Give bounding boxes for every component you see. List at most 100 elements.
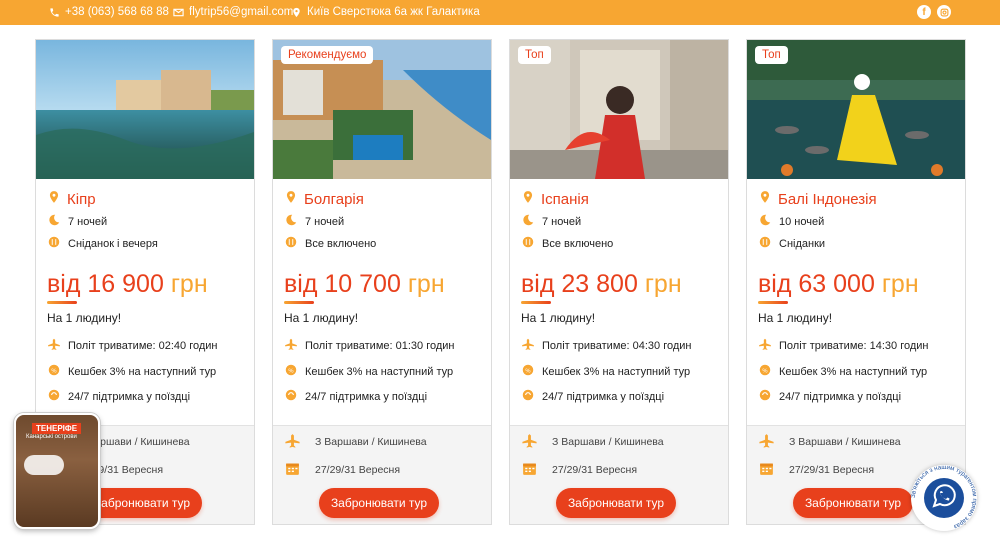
support-icon	[284, 388, 298, 405]
instagram-icon[interactable]	[937, 5, 951, 19]
price-currency: грн	[170, 270, 208, 298]
airplane-icon	[521, 432, 538, 452]
nights-row: 7 ночей	[521, 213, 581, 230]
meals-text: Сніданок і вечеря	[68, 237, 158, 250]
flight-time-text: Політ триватиме: 04:30 годин	[542, 339, 692, 352]
airplane-icon	[758, 432, 775, 452]
svg-text:%: %	[288, 368, 293, 374]
destination-name: Балі Індонезія	[778, 191, 877, 208]
flight-time-text: Політ триватиме: 14:30 годин	[779, 339, 929, 352]
dates-row: 27/29/31 Вересня	[284, 460, 400, 480]
tour-card[interactable]: Топ Іспанія 7 ночей Все включено від 23 …	[509, 39, 729, 525]
meals-text: Все включено	[542, 237, 614, 250]
dates-text: 27/29/31 Вересня	[315, 464, 401, 476]
address-contact[interactable]: Київ Сверстюка 6а жк Галактика	[291, 6, 480, 18]
flight-time-row: Політ триватиме: 14:30 годин	[758, 337, 928, 354]
card-badge: Рекомендуємо	[281, 46, 374, 64]
airplane-icon	[284, 432, 301, 452]
top-bar: +38 (063) 568 68 88 flytrip56@gmail.com …	[0, 0, 1000, 25]
nights-row: 7 ночей	[284, 213, 344, 230]
calendar-icon	[521, 460, 538, 480]
location-pin-icon	[521, 190, 535, 209]
meals-row: Сніданок і вечеря	[47, 235, 158, 252]
destination-name: Кіпр	[67, 191, 96, 208]
story-subtitle: Канарські острови	[26, 434, 77, 440]
price-currency: грн	[407, 270, 445, 298]
story-video-widget[interactable]: ТЕНЕРІФЕ Канарські острови	[14, 413, 100, 529]
per-person-text: На 1 людину!	[521, 311, 596, 325]
nights-text: 7 ночей	[542, 215, 582, 228]
price-prefix: від	[284, 270, 318, 298]
support-row: 24/7 підтримка у поїздці	[758, 388, 901, 405]
calendar-icon	[758, 460, 775, 480]
dates-row: 27/29/31 Вересня	[758, 460, 874, 480]
nights-text: 10 ночей	[779, 215, 825, 228]
flight-time-text: Політ триватиме: 01:30 годин	[305, 339, 455, 352]
price-underline	[47, 301, 77, 304]
destination: Іспанія	[521, 190, 589, 209]
moon-icon	[521, 213, 535, 230]
price-currency: грн	[881, 270, 919, 298]
card-footer: З Варшави / Кишинева 27/29/31 Вересня За…	[510, 425, 728, 524]
location-pin-icon	[47, 190, 61, 209]
chat-icon	[924, 478, 964, 518]
facebook-icon[interactable]: f	[917, 5, 931, 19]
book-tour-button[interactable]: Забронювати тур	[793, 488, 913, 518]
meal-icon	[758, 235, 772, 252]
support-text: 24/7 підтримка у поїздці	[305, 390, 428, 403]
meals-row: Все включено	[284, 235, 376, 252]
price-currency: грн	[644, 270, 682, 298]
calendar-icon	[284, 460, 301, 480]
book-tour-button[interactable]: Забронювати тур	[82, 488, 202, 518]
dates-text: 27/29/31 Вересня	[789, 464, 875, 476]
nights-row: 10 ночей	[758, 213, 824, 230]
location-pin-icon	[284, 190, 298, 209]
departure-text: З Варшави / Кишинева	[552, 436, 664, 448]
tour-card[interactable]: Топ Балі Індонезія 10 ночей Сніданки від…	[746, 39, 966, 525]
dates-text: 27/29/31 Вересня	[552, 464, 638, 476]
meal-icon	[47, 235, 61, 252]
moon-icon	[284, 213, 298, 230]
destination-name: Болгарія	[304, 191, 364, 208]
price-prefix: від	[47, 270, 81, 298]
email-contact[interactable]: flytrip56@gmail.com	[173, 6, 293, 18]
book-tour-button[interactable]: Забронювати тур	[556, 488, 676, 518]
cashback-row: % Кешбек 3% на наступний тур	[521, 363, 690, 380]
card-badge: Топ	[518, 46, 551, 64]
destination: Болгарія	[284, 190, 364, 209]
book-tour-button[interactable]: Забронювати тур	[319, 488, 439, 518]
phone-icon	[50, 7, 59, 17]
nights-row: 7 ночей	[47, 213, 107, 230]
tap-hand-icon	[24, 455, 64, 475]
price-underline	[521, 301, 551, 304]
phone-contact[interactable]: +38 (063) 568 68 88	[49, 6, 169, 18]
price-amount: 10 700	[324, 270, 401, 298]
chat-widget[interactable]: Зв'яжіться з нашим турагентом прямо зара…	[911, 465, 977, 531]
meal-icon	[521, 235, 535, 252]
tour-photo	[36, 40, 254, 179]
price-underline	[758, 301, 788, 304]
support-row: 24/7 підтримка у поїздці	[521, 388, 664, 405]
address-text: Київ Сверстюка 6а жк Галактика	[307, 6, 480, 18]
per-person-text: На 1 людину!	[758, 311, 833, 325]
departure-row: З Варшави / Кишинева	[284, 432, 427, 452]
destination: Кіпр	[47, 190, 96, 209]
tour-card[interactable]: Рекомендуємо Болгарія 7 ночей Все включе…	[272, 39, 492, 525]
per-person-text: На 1 людину!	[284, 311, 359, 325]
cashback-icon: %	[284, 363, 298, 380]
story-title: ТЕНЕРІФЕ	[32, 423, 82, 434]
svg-text:%: %	[762, 368, 767, 374]
destination: Балі Індонезія	[758, 190, 877, 209]
price-amount: 16 900	[87, 270, 164, 298]
plane-icon	[284, 337, 298, 354]
support-text: 24/7 підтримка у поїздці	[779, 390, 902, 403]
support-row: 24/7 підтримка у поїздці	[284, 388, 427, 405]
cashback-row: % Кешбек 3% на наступний тур	[758, 363, 927, 380]
cashback-text: Кешбек 3% на наступний тур	[305, 365, 454, 378]
departure-row: З Варшави / Кишинева	[521, 432, 664, 452]
support-text: 24/7 підтримка у поїздці	[542, 390, 665, 403]
svg-text:%: %	[525, 368, 530, 374]
cashback-text: Кешбек 3% на наступний тур	[779, 365, 928, 378]
nights-text: 7 ночей	[68, 215, 108, 228]
price-prefix: від	[758, 270, 792, 298]
